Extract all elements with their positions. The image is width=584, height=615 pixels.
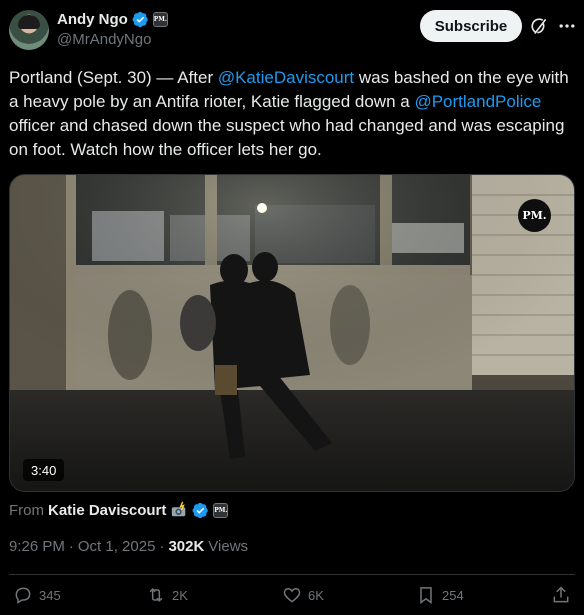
from-label: From	[9, 501, 44, 519]
tweet-text-part: Portland (Sept. 30) — After	[9, 68, 218, 87]
repost-count: 2K	[172, 587, 188, 603]
media-attribution: From Katie Daviscourt PM.	[9, 501, 229, 519]
author-avatar[interactable]	[9, 10, 49, 50]
affiliate-badge[interactable]: PM.	[152, 12, 168, 27]
views-count[interactable]: 302K	[168, 538, 204, 555]
like-button[interactable]: 6K	[282, 585, 324, 605]
tweet-date[interactable]: Oct 1, 2025	[78, 538, 156, 555]
bookmark-count: 254	[442, 587, 464, 603]
meta-separator: ·	[68, 538, 74, 555]
grok-icon[interactable]	[529, 16, 549, 36]
author-handle[interactable]: @MrAndyNgo	[57, 31, 151, 48]
meta-separator: ·	[159, 538, 165, 555]
action-bar: 345 2K 6K 254	[9, 585, 575, 611]
like-count: 6K	[308, 587, 324, 603]
reply-button[interactable]: 345	[13, 585, 61, 605]
divider	[9, 574, 575, 575]
bookmark-icon	[420, 587, 432, 604]
share-icon	[553, 586, 569, 603]
verified-badge-icon	[192, 502, 209, 518]
mention-link[interactable]: @PortlandPolice	[414, 92, 541, 111]
author-name-row: Andy Ngo PM.	[57, 11, 168, 28]
reply-count: 345	[39, 587, 61, 603]
camera-flash-emoji-icon	[172, 501, 186, 517]
tweet-text: Portland (Sept. 30) — After @KatieDavisc…	[9, 66, 575, 162]
video-player[interactable]: PM. 3:40	[9, 174, 575, 492]
share-button[interactable]	[551, 585, 571, 605]
video-frame	[10, 175, 574, 491]
more-dots-icon[interactable]	[557, 16, 577, 36]
tweet-time[interactable]: 9:26 PM	[9, 538, 65, 555]
pm-watermark: PM.	[518, 199, 551, 232]
heart-icon	[283, 587, 301, 603]
bookmark-button[interactable]: 254	[416, 585, 464, 605]
affiliate-badge[interactable]: PM.	[213, 502, 229, 518]
subscribe-button[interactable]: Subscribe	[420, 10, 522, 42]
author-display-name[interactable]: Andy Ngo	[57, 11, 128, 28]
repost-icon	[149, 588, 163, 602]
video-duration: 3:40	[23, 459, 65, 481]
tweet-header: Andy Ngo PM. @MrAndyNgo Subscribe	[9, 8, 575, 54]
reply-icon	[15, 587, 31, 604]
mention-link[interactable]: @KatieDaviscourt	[218, 68, 354, 87]
views-label: Views	[208, 538, 249, 555]
from-account-name[interactable]: Katie Daviscourt	[48, 502, 166, 519]
tweet-text-part: officer and chased down the suspect who …	[9, 116, 565, 159]
verified-badge-icon	[132, 11, 148, 28]
repost-button[interactable]: 2K	[146, 585, 188, 605]
tweet-meta: 9:26 PM · Oct 1, 2025 · 302K Views	[9, 538, 248, 555]
